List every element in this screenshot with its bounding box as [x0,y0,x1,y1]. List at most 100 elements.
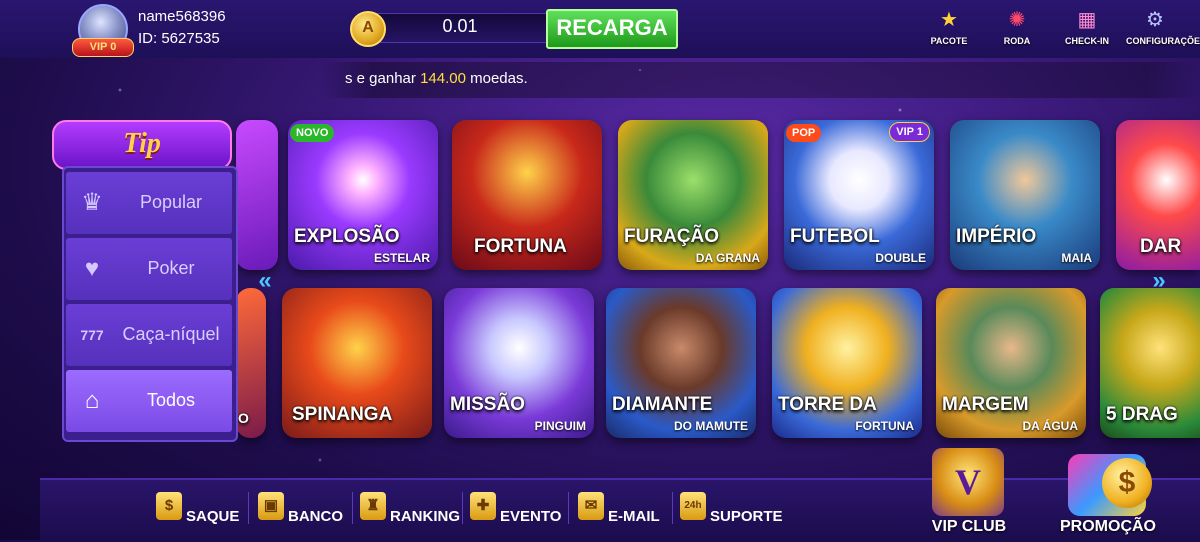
game-name: FUTEBOL [790,226,880,247]
tip-logo: Tip [52,120,232,170]
game-tile-missao-pinguim[interactable]: MISSÃO PINGUIM [444,288,594,438]
cards-icon: ♥ [84,255,100,282]
package-label: PACOTE [930,36,968,46]
game-tile-partial-left-row1[interactable] [236,120,278,270]
sidebar-item-caca-niquel[interactable]: 777 Caça-níquel [66,304,232,366]
sidebar-item-label: Caça-níquel [122,324,220,344]
withdraw-button[interactable]: $ SAQUE [156,490,246,528]
sidebar-item-label: Todos [146,390,196,410]
game-subtitle: PINGUIM [534,419,586,433]
email-button[interactable]: ✉ E-MAIL [578,490,670,528]
scroll-right-arrow-icon[interactable]: » [1146,268,1172,294]
ranking-button[interactable]: ♜ RANKING [360,490,460,528]
ranking-label: RANKING [390,508,460,525]
game-subtitle: ESTELAR [373,251,430,265]
game-tile-5-dragoes-partial[interactable]: 5 DRAG [1100,288,1200,438]
sidebar-item-todos[interactable]: ⌂ Todos [66,370,232,432]
game-name: 5 DRAG [1106,404,1178,425]
game-subtitle: DA ÁGUA [1022,419,1078,433]
game-tile-partial-left-row2[interactable]: O [236,288,266,438]
divider [462,492,463,524]
wheel-icon: ✺ [1008,9,1026,31]
promotion-label: PROMOÇÃO [1060,518,1156,535]
scroll-left-arrow-icon[interactable]: « [252,268,278,294]
promotion-button[interactable]: $ PROMOÇÃO [1050,448,1166,540]
ticker-amount: 144.00 [420,70,466,87]
email-label: E-MAIL [608,508,660,525]
event-label: EVENTO [500,508,562,525]
slot-777-icon: 777 [80,327,104,343]
game-name: MISSÃO [450,394,525,415]
trophy-icon: ♜ [360,492,386,520]
package-button[interactable]: ★ PACOTE [920,6,978,52]
checkin-label: CHECK-IN [1065,36,1109,46]
game-name: IMPÉRIO [956,226,1037,247]
category-sidebar: ♛ Popular ♥ Poker 777 Caça-níquel ⌂ Todo… [62,166,238,442]
gift-icon: ✚ [470,492,496,520]
game-name: DIAMANTE [612,394,713,415]
support-label: SUPORTE [710,508,783,525]
calendar-icon: ▦ [1077,9,1097,31]
vip-club-label: VIP CLUB [931,518,1007,535]
game-subtitle: DO MAMUTE [674,419,748,433]
withdraw-icon: $ [156,492,182,520]
pop-badge: POP [786,124,822,142]
divider [352,492,353,524]
game-name: O [238,410,249,426]
event-button[interactable]: ✚ EVENTO [470,490,564,528]
game-name: SPINANGA [292,404,393,425]
vip-club-button[interactable]: V VIP CLUB [908,448,1030,540]
game-tile-dar-partial[interactable]: DAR [1116,120,1200,270]
game-name: FORTUNA [474,236,567,257]
bank-button[interactable]: ▣ BANCO [258,490,350,528]
sidebar-item-popular[interactable]: ♛ Popular [66,172,232,234]
game-tile-fortuna[interactable]: FORTUNA [452,120,602,270]
ticker-text: s e ganhar 144.00 moedas. [345,70,528,87]
ticker-suffix: moedas. [465,70,528,87]
game-name: DAR [1140,236,1182,257]
balance-value: 0.01 [442,16,478,36]
wheel-label: RODA [1003,36,1031,46]
game-name: MARGEM [942,394,1029,415]
bank-label: BANCO [288,508,343,525]
game-tile-torre-da-fortuna[interactable]: TORRE DA FORTUNA [772,288,922,438]
settings-label: CONFIGURAÇÕES [1126,36,1200,46]
sidebar-item-label: Poker [147,258,195,278]
game-tile-diamante-do-mamute[interactable]: DIAMANTE DO MAMUTE [606,288,756,438]
safe-icon: ▣ [258,492,284,520]
wheel-button[interactable]: ✺ RODA [988,6,1046,52]
recharge-button[interactable]: RECARGA [546,9,678,49]
star-gift-icon: ★ [940,9,958,31]
divider [248,492,249,524]
game-subtitle: DOUBLE [875,251,926,265]
user-id: ID: 5627535 [138,30,220,47]
mail-icon: ✉ [578,492,604,520]
divider [568,492,569,524]
game-tile-explosao-estelar[interactable]: NOVO EXPLOSÃO ESTELAR [288,120,438,270]
dollar-coin-icon: $ [1102,458,1152,508]
game-tile-margem-da-agua[interactable]: MARGEM DA ÁGUA [936,288,1086,438]
support-24h-icon: 24h [680,492,706,520]
coin-icon: A [350,11,386,47]
vip-level-badge: VIP 0 [72,38,134,57]
sidebar-item-label: Popular [139,192,203,212]
ticker-prefix: s e ganhar [345,70,421,87]
game-tile-futebol-double[interactable]: POP VIP 1 FUTEBOL DOUBLE [784,120,934,270]
checkin-button[interactable]: ▦ CHECK-IN [1058,6,1116,52]
game-subtitle: FORTUNA [855,419,914,433]
game-tile-imperio-maia[interactable]: IMPÉRIO MAIA [950,120,1100,270]
support-button[interactable]: 24h SUPORTE [680,490,790,528]
game-tile-spinanga[interactable]: SPINANGA [282,288,432,438]
withdraw-label: SAQUE [186,508,240,525]
gear-icon: ⚙ [1146,9,1164,31]
game-name: FURAÇÃO [624,226,719,247]
game-tile-furacao-da-grana[interactable]: FURAÇÃO DA GRANA [618,120,768,270]
settings-button[interactable]: ⚙ CONFIGURAÇÕES [1126,6,1200,52]
vip-crown-icon: V [932,448,1004,516]
new-badge: NOVO [290,124,335,142]
vip-required-badge: VIP 1 [889,122,930,142]
username: name568396 [138,8,226,25]
game-art [236,120,278,270]
game-name: TORRE DA [778,394,877,415]
sidebar-item-poker[interactable]: ♥ Poker [66,238,232,300]
